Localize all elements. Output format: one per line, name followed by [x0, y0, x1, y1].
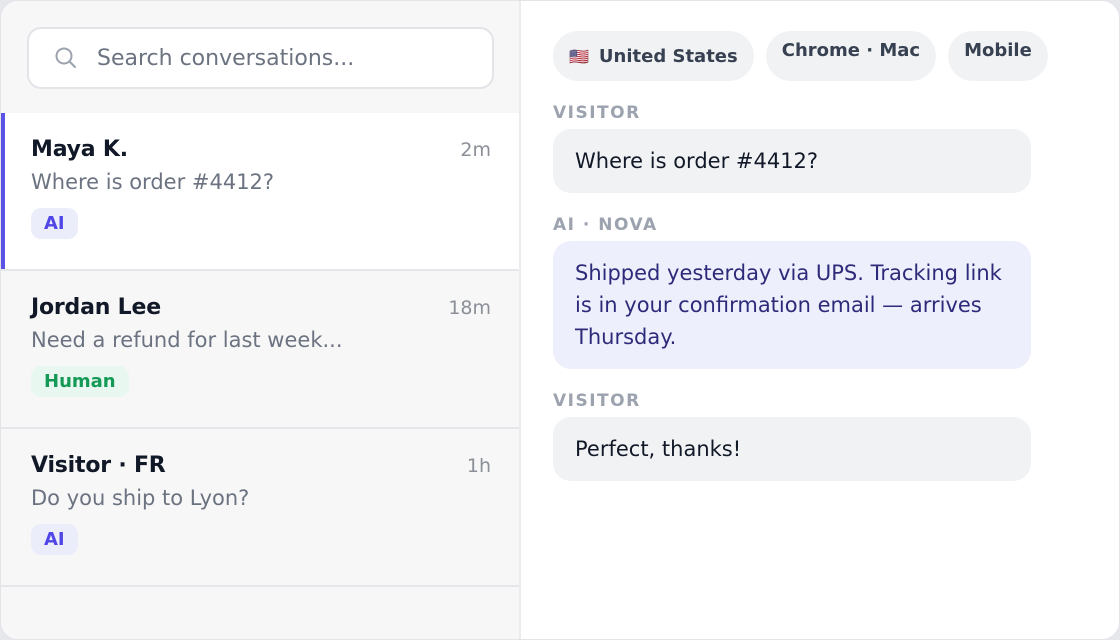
conversation-item[interactable]: Jordan Lee 18m Need a refund for last we… — [1, 271, 519, 429]
visitor-info-chips: 🇺🇸 United States Chrome · Mac Mobile — [553, 31, 1119, 81]
conversation-preview: Do you ship to Lyon? — [31, 486, 250, 510]
country-label: United States — [598, 45, 738, 67]
handler-badge: AI — [31, 524, 78, 555]
conversation-sidebar: Maya K. 2m Where is order #4412? AI Jord… — [1, 1, 521, 639]
browser-chip: Chrome · Mac — [765, 31, 937, 81]
active-indicator — [1, 113, 5, 269]
message-thread: VISITOR Where is order #4412? AI · NOVA … — [553, 103, 1119, 481]
message-sender: VISITOR — [553, 103, 641, 123]
conversation-panel: 🇺🇸 United States Chrome · Mac Mobile VIS… — [521, 1, 1119, 639]
message-sender: AI · NOVA — [553, 215, 658, 235]
search-icon — [55, 47, 76, 68]
app-window: Maya K. 2m Where is order #4412? AI Jord… — [0, 0, 1120, 640]
country-chip: 🇺🇸 United States — [553, 31, 754, 81]
search-box[interactable] — [27, 27, 494, 89]
conversation-time: 2m — [460, 139, 491, 161]
handler-badge: Human — [31, 366, 129, 397]
handler-badge: AI — [31, 208, 78, 239]
device-chip: Mobile — [948, 31, 1048, 81]
visitor-message: Perfect, thanks! — [553, 417, 1031, 481]
conversation-preview: Need a refund for last week... — [31, 328, 343, 352]
visitor-message: Where is order #4412? — [553, 129, 1031, 193]
conversation-item[interactable]: Visitor · FR 1h Do you ship to Lyon? AI — [1, 429, 519, 587]
us-flag-icon: 🇺🇸 — [569, 46, 589, 66]
conversation-name: Visitor · FR — [31, 453, 166, 478]
browser-label: Chrome · Mac — [781, 40, 921, 61]
ai-message: Shipped yesterday via UPS. Tracking link… — [553, 241, 1031, 369]
conversation-item[interactable]: Maya K. 2m Where is order #4412? AI — [1, 113, 519, 271]
conversation-name: Maya K. — [31, 137, 128, 162]
conversation-time: 18m — [448, 297, 491, 319]
message-sender: VISITOR — [553, 391, 641, 411]
search-input[interactable] — [97, 45, 472, 71]
device-label: Mobile — [964, 40, 1032, 61]
search-container — [1, 1, 519, 113]
conversation-preview: Where is order #4412? — [31, 170, 275, 194]
conversation-name: Jordan Lee — [31, 295, 161, 320]
conversation-time: 1h — [466, 455, 491, 477]
